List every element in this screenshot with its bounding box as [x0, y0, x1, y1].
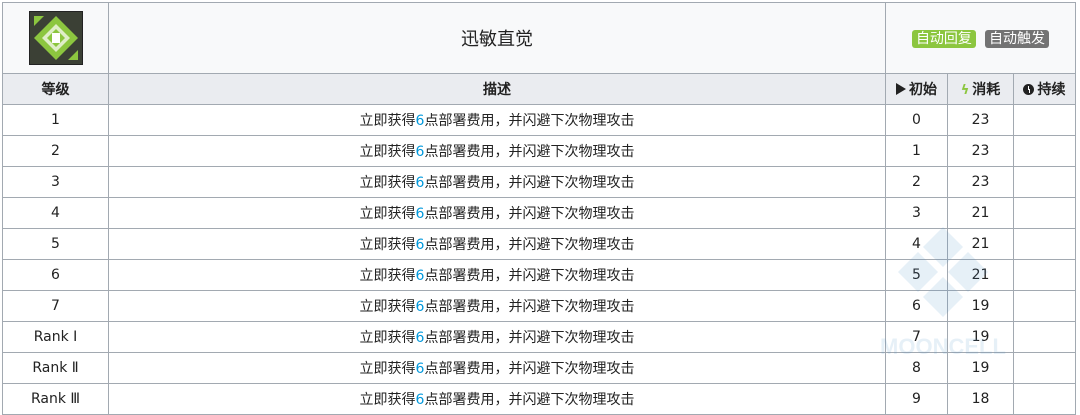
- desc-before: 立即获得: [359, 268, 416, 284]
- row-duration: [1012, 197, 1077, 229]
- row-duration: [1012, 259, 1077, 291]
- bolt-icon: ϟ: [960, 83, 970, 98]
- table-row: 7 立即获得6点部署费用，并闪避下次物理攻击 6 19: [2, 290, 1077, 322]
- row-initial: 2: [884, 166, 948, 198]
- desc-before: 立即获得: [359, 144, 416, 160]
- row-duration: [1012, 321, 1077, 353]
- row-cost: 19: [946, 290, 1014, 322]
- row-initial: 5: [884, 259, 948, 291]
- row-cost: 19: [946, 321, 1014, 353]
- row-level: Rank Ⅰ: [2, 321, 109, 353]
- play-icon: [895, 83, 906, 95]
- row-initial: 7: [884, 321, 948, 353]
- row-duration: [1012, 228, 1077, 260]
- desc-after: 点部署费用，并闪避下次物理攻击: [424, 237, 635, 253]
- row-level: 3: [2, 166, 109, 198]
- table-row: 3 立即获得6点部署费用，并闪避下次物理攻击 2 23: [2, 166, 1077, 198]
- row-level: 4: [2, 197, 109, 229]
- row-initial: 9: [884, 383, 948, 415]
- desc-after: 点部署费用，并闪避下次物理攻击: [424, 113, 635, 129]
- skill-icon: [28, 11, 83, 65]
- skill-tags: 自动回复 自动触发: [884, 2, 1077, 74]
- row-description: 立即获得6点部署费用，并闪避下次物理攻击: [108, 104, 886, 136]
- skill-name: 迅敏直觉: [108, 2, 886, 74]
- desc-after: 点部署费用，并闪避下次物理攻击: [424, 144, 635, 160]
- desc-after: 点部署费用，并闪避下次物理攻击: [424, 268, 635, 284]
- desc-after: 点部署费用，并闪避下次物理攻击: [424, 206, 635, 222]
- row-duration: [1012, 383, 1077, 415]
- table-row: Rank Ⅰ 立即获得6点部署费用，并闪避下次物理攻击 7 19: [2, 321, 1077, 353]
- row-level: 7: [2, 290, 109, 322]
- row-cost: 19: [946, 352, 1014, 384]
- row-description: 立即获得6点部署费用，并闪避下次物理攻击: [108, 383, 886, 415]
- desc-before: 立即获得: [359, 299, 416, 315]
- col-header-cost-label: 消耗: [972, 82, 1001, 98]
- row-description: 立即获得6点部署费用，并闪避下次物理攻击: [108, 259, 886, 291]
- row-duration: [1012, 166, 1077, 198]
- desc-before: 立即获得: [359, 237, 416, 253]
- row-description: 立即获得6点部署费用，并闪避下次物理攻击: [108, 135, 886, 167]
- table-row: Rank Ⅲ 立即获得6点部署费用，并闪避下次物理攻击 9 18: [2, 383, 1077, 415]
- desc-after: 点部署费用，并闪避下次物理攻击: [424, 392, 635, 408]
- row-level: Rank Ⅱ: [2, 352, 109, 384]
- row-description: 立即获得6点部署费用，并闪避下次物理攻击: [108, 197, 886, 229]
- desc-before: 立即获得: [359, 361, 416, 377]
- tag-auto-trigger: 自动触发: [985, 30, 1050, 48]
- row-level: 1: [2, 104, 109, 136]
- row-initial: 8: [884, 352, 948, 384]
- desc-before: 立即获得: [359, 175, 416, 191]
- row-cost: 23: [946, 166, 1014, 198]
- row-description: 立即获得6点部署费用，并闪避下次物理攻击: [108, 228, 886, 260]
- row-initial: 1: [884, 135, 948, 167]
- row-initial: 6: [884, 290, 948, 322]
- row-initial: 4: [884, 228, 948, 260]
- skill-table: 迅敏直觉 自动回复 自动触发 等级 描述 初始 ϟ 消耗 持续 1 立即获得6点部署…: [2, 2, 1077, 415]
- row-initial: 3: [884, 197, 948, 229]
- skill-icon-cell: [2, 2, 109, 74]
- desc-after: 点部署费用，并闪避下次物理攻击: [424, 175, 635, 191]
- table-row: 1 立即获得6点部署费用，并闪避下次物理攻击 0 23: [2, 104, 1077, 136]
- row-level: 5: [2, 228, 109, 260]
- table-row: 2 立即获得6点部署费用，并闪避下次物理攻击 1 23: [2, 135, 1077, 167]
- row-initial: 0: [884, 104, 948, 136]
- col-header-description: 描述: [108, 73, 886, 105]
- desc-after: 点部署费用，并闪避下次物理攻击: [424, 299, 635, 315]
- row-duration: [1012, 352, 1077, 384]
- desc-before: 立即获得: [359, 206, 416, 222]
- desc-before: 立即获得: [359, 392, 416, 408]
- row-cost: 21: [946, 259, 1014, 291]
- row-cost: 23: [946, 135, 1014, 167]
- row-level: 2: [2, 135, 109, 167]
- row-duration: [1012, 135, 1077, 167]
- table-row: 6 立即获得6点部署费用，并闪避下次物理攻击 5 21: [2, 259, 1077, 291]
- row-cost: 21: [946, 197, 1014, 229]
- clock-icon: [1023, 84, 1035, 95]
- col-header-initial: 初始: [884, 73, 948, 105]
- row-description: 立即获得6点部署费用，并闪避下次物理攻击: [108, 166, 886, 198]
- table-row: 5 立即获得6点部署费用，并闪避下次物理攻击 4 21: [2, 228, 1077, 260]
- desc-after: 点部署费用，并闪避下次物理攻击: [424, 361, 635, 377]
- row-cost: 18: [946, 383, 1014, 415]
- row-description: 立即获得6点部署费用，并闪避下次物理攻击: [108, 352, 886, 384]
- col-header-duration-label: 持续: [1037, 82, 1066, 98]
- col-header-initial-label: 初始: [908, 82, 937, 98]
- row-duration: [1012, 290, 1077, 322]
- col-header-duration: 持续: [1012, 73, 1077, 105]
- col-header-level: 等级: [2, 73, 109, 105]
- row-cost: 21: [946, 228, 1014, 260]
- row-level: Rank Ⅲ: [2, 383, 109, 415]
- desc-before: 立即获得: [359, 330, 416, 346]
- row-cost: 23: [946, 104, 1014, 136]
- row-description: 立即获得6点部署费用，并闪避下次物理攻击: [108, 290, 886, 322]
- row-description: 立即获得6点部署费用，并闪避下次物理攻击: [108, 321, 886, 353]
- row-duration: [1012, 104, 1077, 136]
- table-row: Rank Ⅱ 立即获得6点部署费用，并闪避下次物理攻击 8 19: [2, 352, 1077, 384]
- desc-before: 立即获得: [359, 113, 416, 129]
- table-row: 4 立即获得6点部署费用，并闪避下次物理攻击 3 21: [2, 197, 1077, 229]
- row-level: 6: [2, 259, 109, 291]
- col-header-cost: ϟ 消耗: [946, 73, 1014, 105]
- desc-after: 点部署费用，并闪避下次物理攻击: [424, 330, 635, 346]
- tag-auto-recovery: 自动回复: [911, 30, 976, 48]
